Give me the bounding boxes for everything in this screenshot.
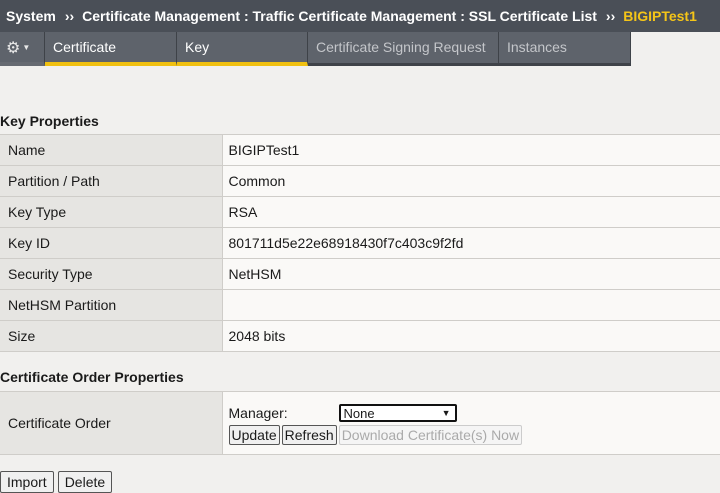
key-properties-table: Name BIGIPTest1 Partition / Path Common … — [0, 134, 720, 352]
row-label: Name — [0, 134, 223, 166]
manager-select[interactable]: None ▼ — [338, 404, 457, 422]
row-label: Key ID — [0, 227, 223, 259]
delete-button[interactable]: Delete — [57, 471, 113, 493]
table-row: Key Type RSA — [0, 196, 720, 228]
table-row: Key ID 801711d5e22e68918430f7c403c9f2fd — [0, 227, 720, 259]
row-label: Certificate Order — [0, 391, 223, 455]
row-label: Key Type — [0, 196, 223, 228]
refresh-button[interactable]: Refresh — [281, 425, 337, 445]
tab-certificate[interactable]: Certificate — [45, 32, 177, 66]
row-value: 801711d5e22e68918430f7c403c9f2fd — [222, 227, 720, 259]
tab-key[interactable]: Key — [177, 32, 308, 66]
manager-select-value: None — [343, 405, 375, 421]
table-row: Partition / Path Common — [0, 165, 720, 197]
key-properties-title: Key Properties — [0, 113, 99, 129]
table-row: Size 2048 bits — [0, 320, 720, 352]
tab-instances: Instances — [499, 32, 631, 66]
breadcrumb-separator: ›› — [64, 8, 75, 24]
breadcrumb-separator: ›› — [605, 8, 616, 24]
breadcrumb-current: BIGIPTest1 — [623, 8, 697, 24]
order-properties-table: Certificate Order Manager: None ▼ Update… — [0, 391, 720, 455]
tab-certificate-signing-request: Certificate Signing Request — [308, 32, 499, 66]
row-value: BIGIPTest1 — [222, 134, 720, 166]
update-button[interactable]: Update — [228, 425, 280, 445]
download-certificates-button: Download Certificate(s) Now — [338, 425, 523, 445]
breadcrumb-path[interactable]: Certificate Management : Traffic Certifi… — [82, 8, 597, 24]
breadcrumb: System ›› Certificate Management : Traff… — [0, 0, 720, 32]
row-value: RSA — [222, 196, 720, 228]
row-label: Partition / Path — [0, 165, 223, 197]
row-label: NetHSM Partition — [0, 289, 223, 321]
row-value: Manager: None ▼ Update Refresh Download … — [222, 391, 720, 455]
row-label: Size — [0, 320, 223, 352]
chevron-down-icon: ▼ — [441, 408, 451, 418]
import-button[interactable]: Import — [0, 471, 54, 493]
table-row: NetHSM Partition — [0, 289, 720, 321]
row-value — [222, 289, 720, 321]
footer-buttons: Import Delete — [0, 471, 113, 493]
manager-label: Manager: — [228, 405, 288, 421]
order-properties-title: Certificate Order Properties — [0, 369, 184, 385]
tab-bar: ⚙ ▼ Certificate Key Certificate Signing R… — [0, 32, 720, 70]
row-value: NetHSM — [222, 258, 720, 290]
table-row: Certificate Order Manager: None ▼ Update… — [0, 391, 720, 455]
row-label: Security Type — [0, 258, 223, 290]
table-row: Name BIGIPTest1 — [0, 134, 720, 166]
row-value: Common — [222, 165, 720, 197]
gear-icon: ⚙ — [6, 40, 21, 57]
breadcrumb-root[interactable]: System — [0, 8, 56, 24]
chevron-down-icon: ▼ — [22, 43, 31, 52]
table-row: Security Type NetHSM — [0, 258, 720, 290]
gear-menu-button[interactable]: ⚙ ▼ — [0, 32, 45, 66]
row-value: 2048 bits — [222, 320, 720, 352]
